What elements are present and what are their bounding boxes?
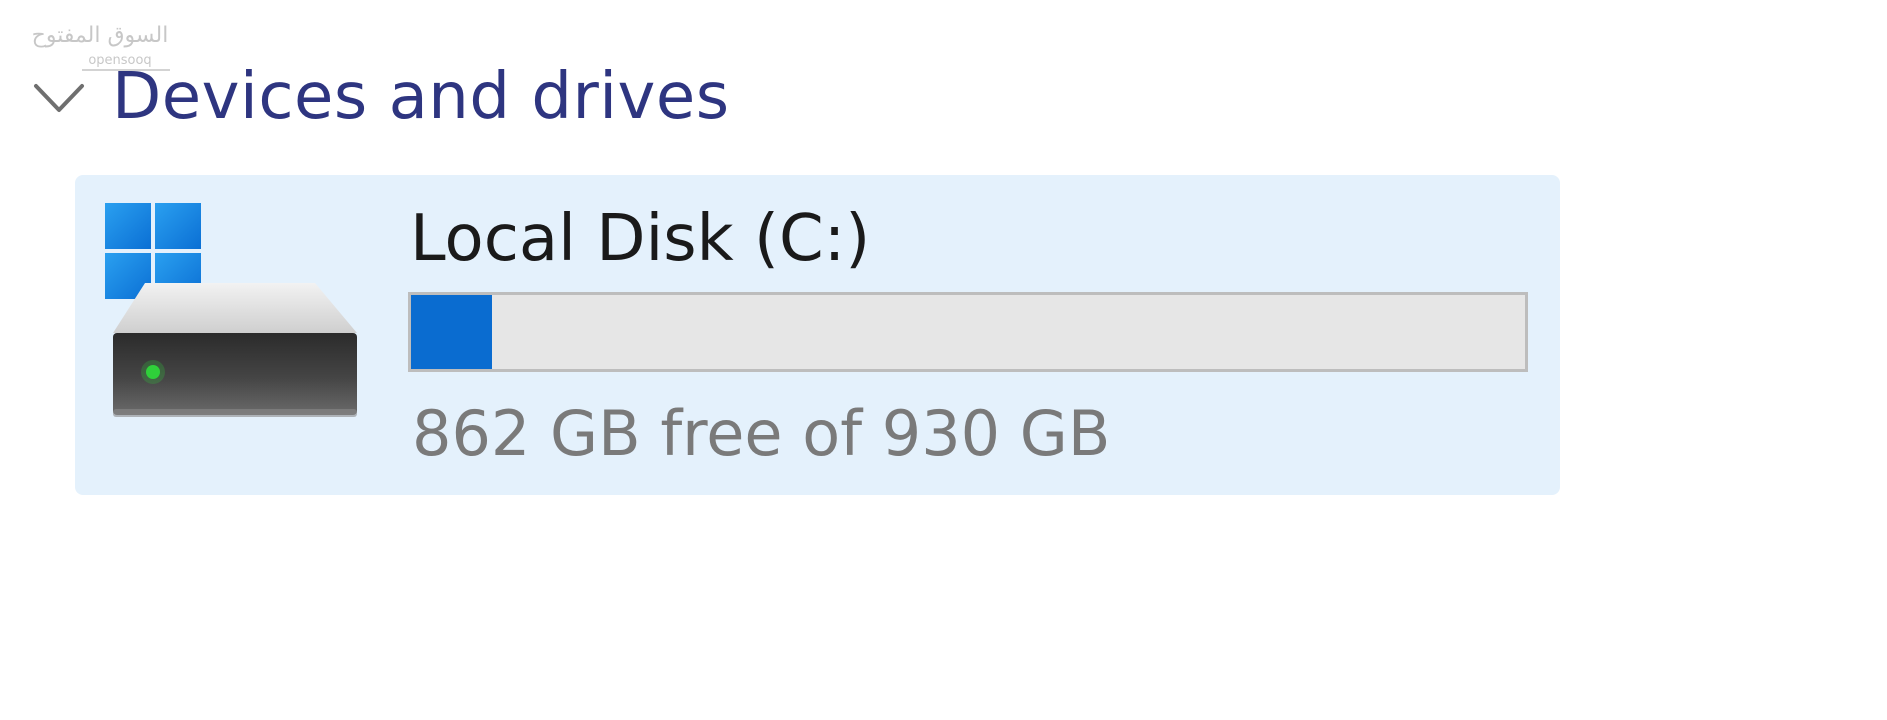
group-title: Devices and drives [112, 60, 730, 134]
drive-usage-fill [411, 295, 493, 369]
drive-free-space-text: 862 GB free of 930 GB [412, 397, 1111, 470]
watermark-text: السوق المفتوح [32, 23, 169, 48]
drive-name: Local Disk (C:) [410, 202, 871, 276]
drive-usage-bar [408, 292, 1528, 372]
devices-and-drives-group-header[interactable]: Devices and drives [30, 62, 730, 132]
file-explorer-this-pc-view: السوق المفتوح opensooq Devices and drive… [0, 0, 1887, 720]
drive-tile-local-disk-c[interactable]: Local Disk (C:) 862 GB free of 930 GB [75, 175, 1560, 495]
chevron-down-icon[interactable] [30, 68, 88, 126]
windows-drive-icon [105, 203, 357, 417]
